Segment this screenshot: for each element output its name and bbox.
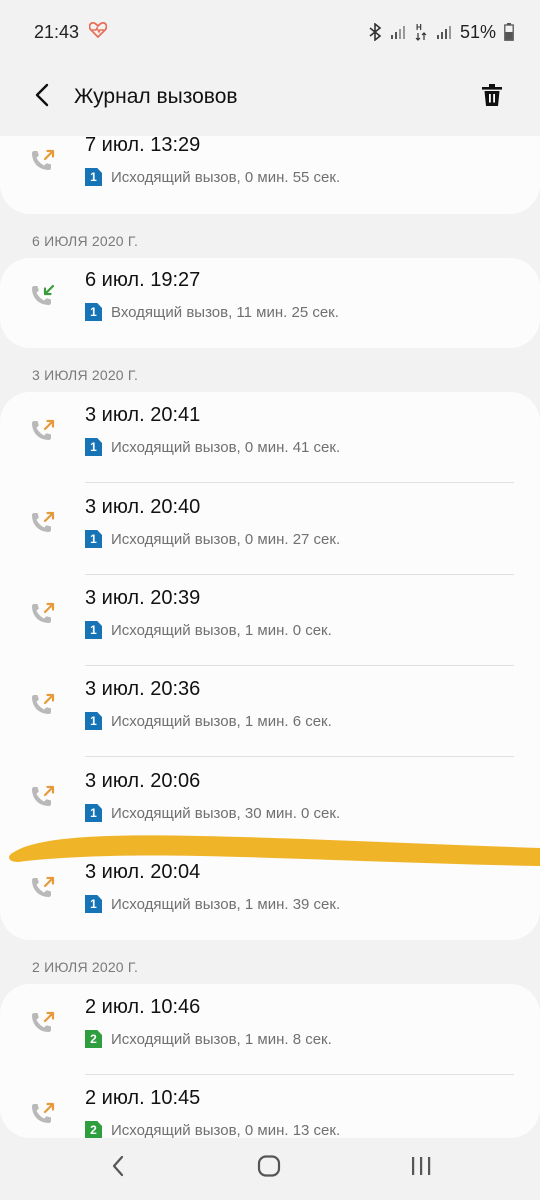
signal-sim2-icon bbox=[436, 24, 452, 40]
call-time: 3 июл. 20:40 bbox=[85, 496, 201, 518]
incoming-call-icon bbox=[30, 283, 56, 309]
call-entry[interactable]: 2 июл. 10:45 2 Исходящий вызов, 0 мин. 1… bbox=[0, 1075, 540, 1138]
health-heart-icon bbox=[88, 21, 108, 43]
call-group-card: 2 июл. 10:46 2 Исходящий вызов, 1 мин. 8… bbox=[0, 984, 540, 1138]
sim1-icon: 1 bbox=[85, 712, 102, 730]
call-detail-row: 1 Входящий вызов, 11 мин. 25 сек. bbox=[85, 303, 339, 321]
call-detail: Исходящий вызов, 0 мин. 27 сек. bbox=[111, 530, 341, 548]
sim2-icon: 2 bbox=[85, 1121, 102, 1138]
trash-icon bbox=[481, 83, 503, 112]
call-detail: Исходящий вызов, 0 мин. 41 сек. bbox=[111, 438, 341, 456]
outgoing-call-icon bbox=[30, 875, 56, 901]
divider bbox=[85, 756, 514, 757]
call-detail: Исходящий вызов, 0 мин. 55 сек. bbox=[111, 168, 341, 186]
nav-back-button[interactable] bbox=[94, 1146, 142, 1190]
call-entry[interactable]: 6 июл. 19:27 1 Входящий вызов, 11 мин. 2… bbox=[0, 257, 540, 349]
nav-recents-button[interactable] bbox=[397, 1146, 445, 1190]
sim1-icon: 1 bbox=[85, 168, 102, 186]
call-detail-row: 2 Исходящий вызов, 1 мин. 8 сек. bbox=[85, 1030, 332, 1048]
call-time: 2 июл. 10:45 bbox=[85, 1087, 201, 1109]
call-detail-row: 1 Исходящий вызов, 1 мин. 39 сек. bbox=[85, 895, 340, 913]
call-time: 7 июл. 13:29 bbox=[85, 136, 201, 156]
status-bar: 21:43 H 51% bbox=[0, 0, 540, 64]
call-time: 3 июл. 20:04 bbox=[85, 861, 201, 883]
call-detail: Входящий вызов, 11 мин. 25 сек. bbox=[111, 303, 339, 321]
outgoing-call-icon bbox=[30, 418, 56, 444]
call-time: 3 июл. 20:36 bbox=[85, 678, 201, 700]
outgoing-call-icon bbox=[30, 601, 56, 627]
svg-text:H: H bbox=[416, 23, 422, 32]
call-group-card: 3 июл. 20:41 1 Исходящий вызов, 0 мин. 4… bbox=[0, 392, 540, 940]
status-left: 21:43 bbox=[34, 21, 108, 43]
call-detail: Исходящий вызов, 30 мин. 0 сек. bbox=[111, 804, 341, 822]
call-detail-row: 2 Исходящий вызов, 0 мин. 13 сек. bbox=[85, 1121, 340, 1138]
sim1-icon: 1 bbox=[85, 303, 102, 321]
divider bbox=[85, 482, 514, 483]
call-detail-row: 1 Исходящий вызов, 30 мин. 0 сек. bbox=[85, 804, 340, 822]
bluetooth-icon bbox=[368, 23, 382, 41]
sim1-icon: 1 bbox=[85, 895, 102, 913]
outgoing-call-icon bbox=[30, 1101, 56, 1127]
battery-icon bbox=[504, 23, 514, 41]
call-entry[interactable]: 3 июл. 20:41 1 Исходящий вызов, 0 мин. 4… bbox=[0, 392, 540, 484]
call-detail: Исходящий вызов, 0 мин. 13 сек. bbox=[111, 1121, 341, 1139]
call-detail-row: 1 Исходящий вызов, 0 мин. 55 сек. bbox=[85, 168, 340, 186]
sim2-icon: 2 bbox=[85, 1030, 102, 1048]
nav-back-icon bbox=[111, 1155, 125, 1182]
call-time: 3 июл. 20:39 bbox=[85, 587, 201, 609]
outgoing-call-icon bbox=[30, 692, 56, 718]
status-right: H 51% bbox=[368, 22, 514, 43]
outgoing-call-icon bbox=[30, 148, 56, 174]
call-detail-row: 1 Исходящий вызов, 0 мин. 27 сек. bbox=[85, 530, 340, 548]
date-header: 6 ИЮЛЯ 2020 Г. bbox=[32, 233, 139, 249]
app-bar: Журнал вызовов bbox=[0, 64, 540, 130]
call-group-card: 7 июл. 13:29 1 Исходящий вызов, 0 мин. 5… bbox=[0, 136, 540, 214]
signal-sim1-icon bbox=[390, 24, 406, 40]
date-header: 2 ИЮЛЯ 2020 Г. bbox=[32, 959, 139, 975]
nav-home-button[interactable] bbox=[245, 1146, 293, 1190]
battery-percent: 51% bbox=[459, 21, 496, 42]
sim1-icon: 1 bbox=[85, 621, 102, 639]
call-entry[interactable]: 7 июл. 13:29 1 Исходящий вызов, 0 мин. 5… bbox=[0, 136, 540, 214]
call-entry[interactable]: 3 июл. 20:39 1 Исходящий вызов, 1 мин. 0… bbox=[0, 575, 540, 667]
call-detail: Исходящий вызов, 1 мин. 0 сек. bbox=[111, 621, 332, 639]
sim1-icon: 1 bbox=[85, 530, 102, 548]
nav-home-icon bbox=[257, 1154, 281, 1182]
call-detail-row: 1 Исходящий вызов, 1 мин. 6 сек. bbox=[85, 712, 332, 730]
call-detail: Исходящий вызов, 1 мин. 6 сек. bbox=[111, 712, 332, 730]
nav-recents-icon bbox=[410, 1156, 432, 1181]
delete-button[interactable] bbox=[464, 69, 520, 125]
sim1-icon: 1 bbox=[85, 438, 102, 456]
call-entry[interactable]: 3 июл. 20:06 1 Исходящий вызов, 30 мин. … bbox=[0, 758, 540, 850]
call-time: 6 июл. 19:27 bbox=[85, 269, 201, 291]
call-entry[interactable]: 3 июл. 20:40 1 Исходящий вызов, 0 мин. 2… bbox=[0, 484, 540, 576]
navigation-bar bbox=[0, 1138, 540, 1200]
call-entry[interactable]: 3 июл. 20:36 1 Исходящий вызов, 1 мин. 6… bbox=[0, 666, 540, 758]
outgoing-call-icon bbox=[30, 784, 56, 810]
call-detail: Исходящий вызов, 1 мин. 8 сек. bbox=[111, 1030, 332, 1048]
page-title: Журнал вызовов bbox=[74, 85, 238, 108]
date-header: 3 ИЮЛЯ 2020 Г. bbox=[32, 367, 139, 383]
call-time: 3 июл. 20:06 bbox=[85, 770, 201, 792]
call-group-card: 6 июл. 19:27 1 Входящий вызов, 11 мин. 2… bbox=[0, 258, 540, 348]
back-arrow-icon bbox=[34, 83, 50, 112]
status-time: 21:43 bbox=[34, 21, 80, 42]
outgoing-call-icon bbox=[30, 510, 56, 536]
call-detail: Исходящий вызов, 1 мин. 39 сек. bbox=[111, 895, 341, 913]
call-log-list[interactable]: 7 июл. 13:29 1 Исходящий вызов, 0 мин. 5… bbox=[0, 136, 540, 1138]
call-time: 3 июл. 20:41 bbox=[85, 404, 201, 426]
sim1-icon: 1 bbox=[85, 804, 102, 822]
call-detail-row: 1 Исходящий вызов, 0 мин. 41 сек. bbox=[85, 438, 340, 456]
call-entry[interactable]: 3 июл. 20:04 1 Исходящий вызов, 1 мин. 3… bbox=[0, 849, 540, 941]
call-detail-row: 1 Исходящий вызов, 1 мин. 0 сек. bbox=[85, 621, 332, 639]
call-time: 2 июл. 10:46 bbox=[85, 996, 201, 1018]
back-button[interactable] bbox=[14, 69, 70, 125]
data-hplus-icon: H bbox=[414, 22, 428, 42]
call-entry[interactable]: 2 июл. 10:46 2 Исходящий вызов, 1 мин. 8… bbox=[0, 984, 540, 1076]
outgoing-call-icon bbox=[30, 1010, 56, 1036]
